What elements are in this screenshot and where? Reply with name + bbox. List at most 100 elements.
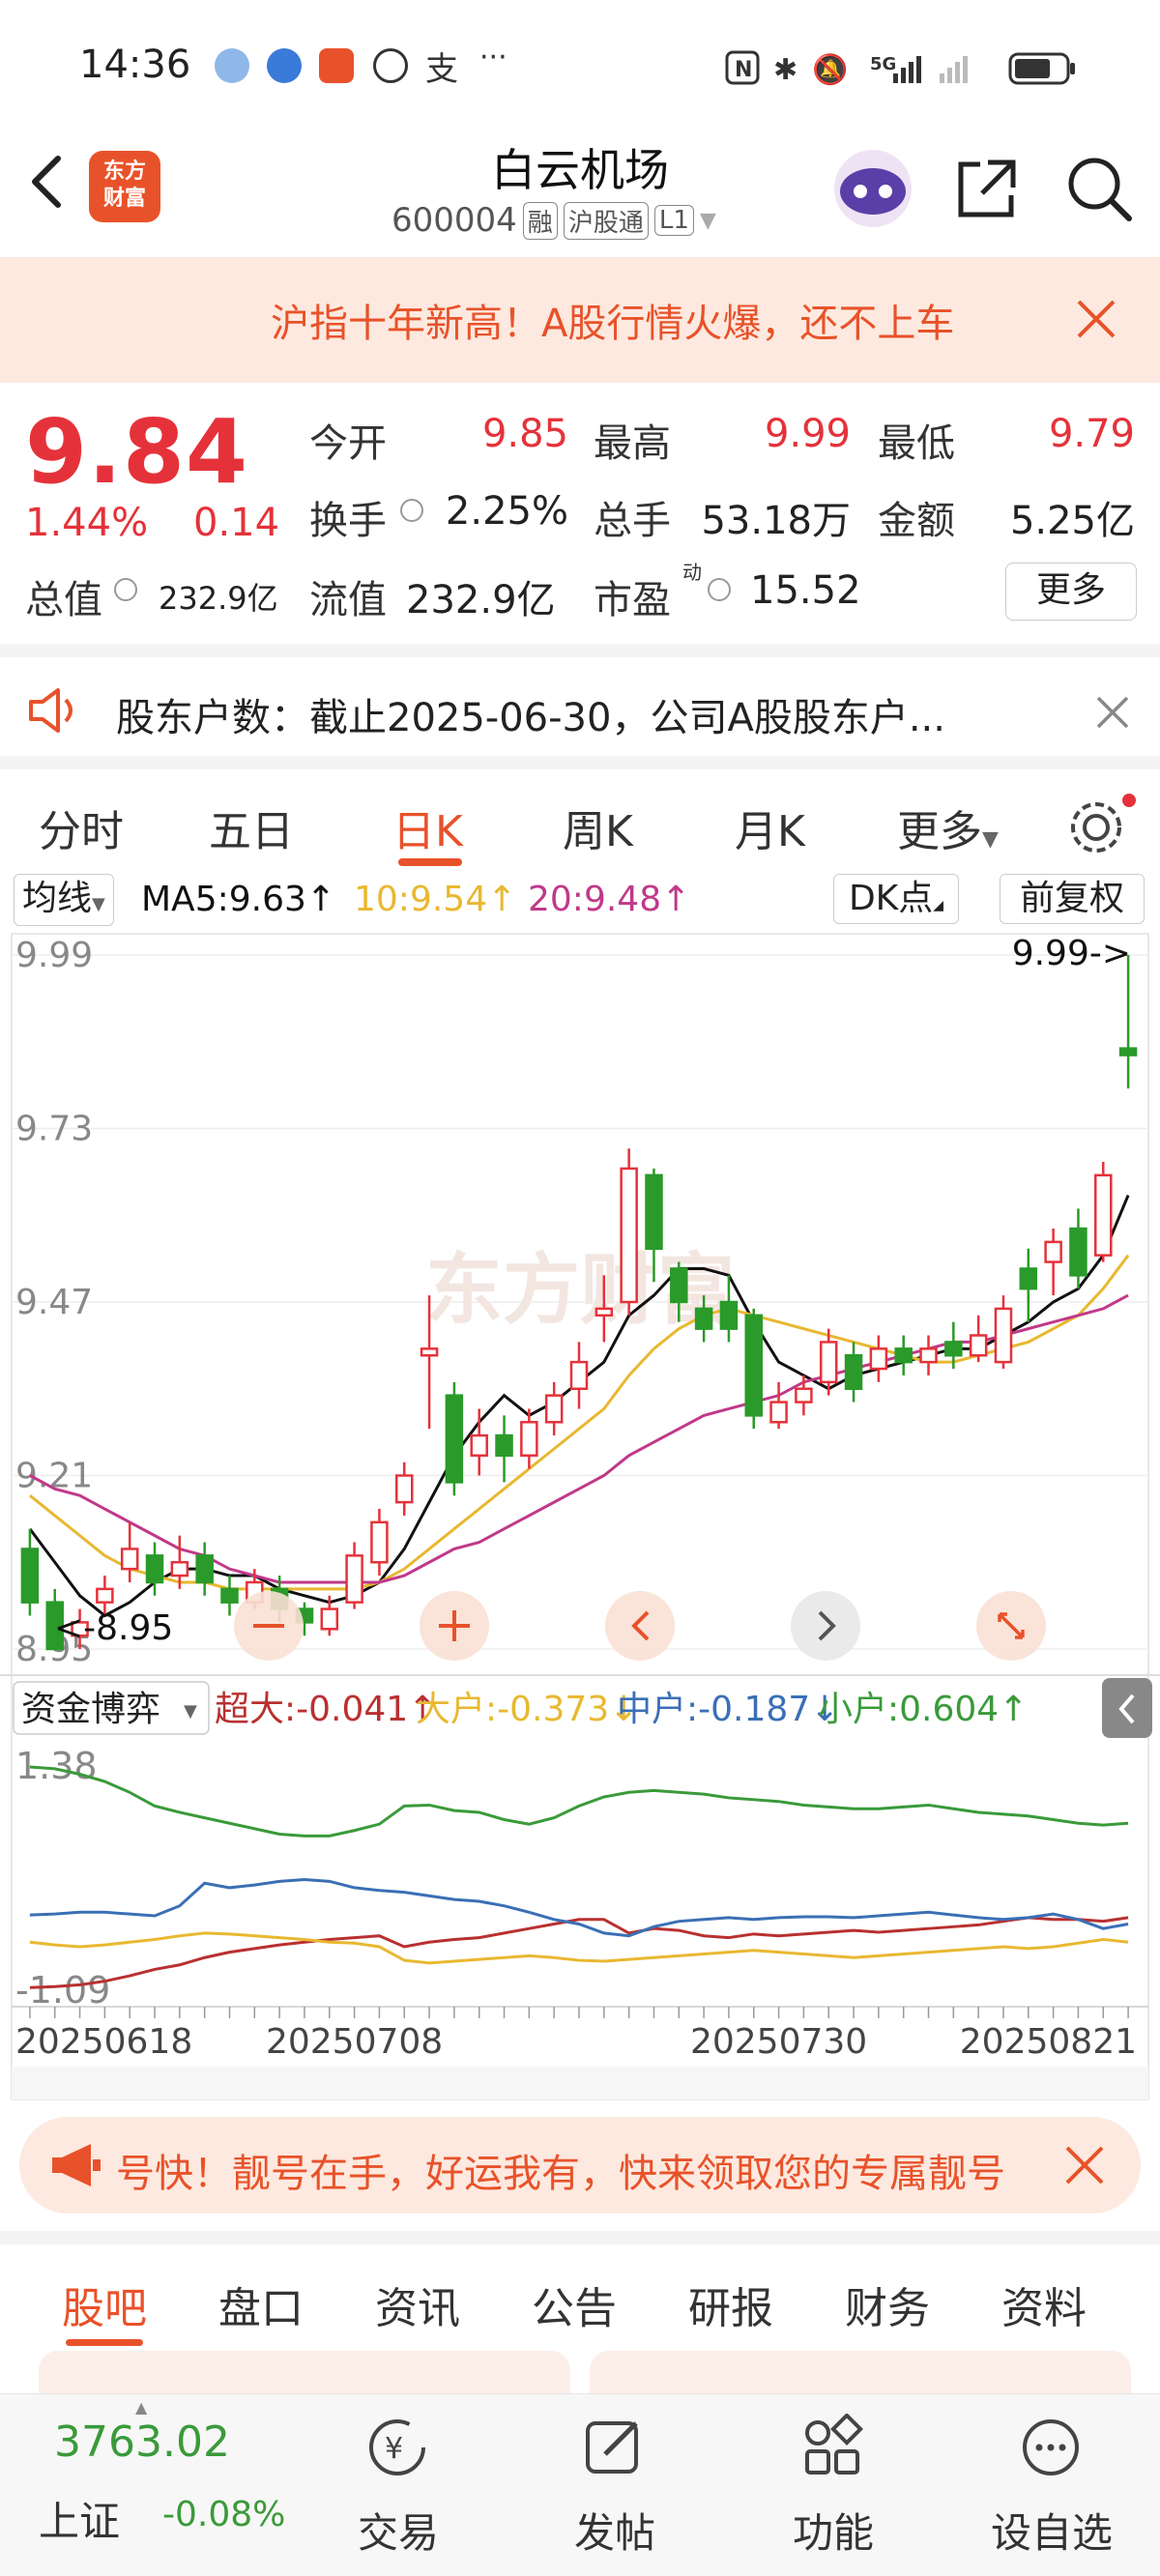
fullscreen-button[interactable] (976, 1591, 1046, 1661)
flow-legend: 超大:-0.041↑大户:-0.373↓中户:-0.187↓小户:0.604↑ (215, 1690, 1028, 1729)
candlestick (744, 1308, 764, 1430)
promo-banner-bottom[interactable]: 号快！靓号在手，好运我有，快来领取您的专属靓号 (19, 2117, 1141, 2214)
candle-body (495, 1433, 513, 1458)
amount-label: 金额 (878, 499, 955, 543)
adjust-mode-button[interactable]: 前复权 (1000, 874, 1145, 924)
prev-button[interactable] (605, 1591, 675, 1661)
candlestick (894, 1335, 913, 1375)
settings-icon[interactable] (1063, 791, 1141, 858)
megaphone-icon (52, 2144, 101, 2186)
watermark: 东方财富 (425, 1245, 735, 1335)
candle-body (670, 1267, 688, 1304)
index-value[interactable]: 3763.02 (54, 2417, 230, 2467)
change-amount: 0.14 (193, 501, 280, 545)
info-icon[interactable] (400, 499, 423, 522)
flow-legend-item: 大户:-0.373↓ (416, 1690, 638, 1729)
nav-trade[interactable]: 交易 (331, 2501, 466, 2560)
zoom-in-button[interactable] (420, 1591, 489, 1661)
candle-body (394, 1474, 414, 1504)
next-button[interactable] (791, 1591, 860, 1661)
date-tick-label: 20250618 (15, 2022, 192, 2062)
kline-chart[interactable]: 东方财富 9.999.739.479.218.95 9.99-><-8.95 资… (0, 930, 1160, 2103)
candlestick (969, 1315, 988, 1363)
nav-functions[interactable]: 功能 (766, 2501, 901, 2560)
candlestick (220, 1576, 239, 1616)
close-icon[interactable] (1065, 2146, 1104, 2185)
search-icon[interactable] (1063, 153, 1135, 224)
chevron-down-icon: ▼ (982, 827, 999, 852)
tab-daily-k[interactable]: 日K (392, 796, 463, 858)
flow-legend-item: 超大:-0.041↑ (215, 1690, 437, 1729)
tab-five-day[interactable]: 五日 (209, 796, 294, 858)
kline-chart-area[interactable]: 东方财富 9.999.739.479.218.95 9.99-><-8.95 资… (0, 930, 1160, 2103)
system-status-icons: N ✱ 🔕 5G (725, 50, 1075, 87)
collapse-panel-button[interactable] (1102, 1678, 1152, 1738)
more-notifications-icon: ··· (479, 41, 508, 74)
content-card[interactable] (39, 2351, 570, 2393)
nav-add-watchlist[interactable]: 设自选 (984, 2501, 1119, 2560)
ma5-value: MA5:9.63↑ (141, 880, 336, 919)
candle-body (445, 1394, 464, 1484)
candlestick (345, 1542, 363, 1609)
nav-post[interactable]: 发帖 (547, 2501, 682, 2560)
tab-research[interactable]: 研报 (688, 2273, 773, 2335)
svg-text:¥: ¥ (385, 2432, 403, 2466)
kline-period-tabs: 分时 五日 日K 周K 月K 更多▼ (0, 756, 1160, 876)
candlestick (569, 1342, 589, 1409)
tab-monthly-k[interactable]: 月K (735, 796, 805, 858)
close-icon[interactable] (1075, 298, 1117, 340)
candle-body (694, 1307, 713, 1330)
stock-code-row[interactable]: 600004 融 沪股通 L1 ▼ (392, 201, 716, 240)
tab-intraday[interactable]: 分时 (39, 796, 124, 858)
tab-weekly-k[interactable]: 周K (563, 796, 633, 858)
date-tick-label: 20250730 (690, 2022, 867, 2062)
tab-order-book[interactable]: 盘口 (218, 2273, 304, 2335)
assistant-robot-icon[interactable] (829, 145, 916, 232)
dk-point-button[interactable]: DK点◢ (833, 874, 959, 924)
zoom-out-button[interactable] (234, 1591, 304, 1661)
notice-bar[interactable]: 股东户数：截止2025-06-30，公司A股股东户... (0, 644, 1160, 769)
candlestick (1044, 1229, 1062, 1296)
content-tabs: 股吧 盘口 资讯 公告 研报 财务 资料 (0, 2231, 1160, 2360)
active-tab-indicator (66, 2339, 143, 2346)
candle-body (195, 1554, 214, 1584)
candle-body (370, 1520, 389, 1564)
candle-body (645, 1173, 663, 1251)
info-icon[interactable] (114, 578, 137, 601)
share-icon[interactable] (953, 155, 1021, 222)
candlestick (769, 1381, 788, 1430)
tab-financials[interactable]: 财务 (845, 2273, 930, 2335)
flow-legend-item: 小户:0.604↑ (818, 1690, 1028, 1729)
flow-line-超大 (29, 1916, 1129, 1989)
taobao-icon (319, 48, 354, 83)
chevron-down-icon: ▼ (92, 894, 105, 914)
market-cap-value: 232.9亿 (159, 580, 278, 617)
tab-announcements[interactable]: 公告 (532, 2273, 617, 2335)
candlestick (1019, 1248, 1038, 1322)
tab-guba[interactable]: 股吧 (62, 2273, 147, 2335)
turnover-value: 2.25% (445, 489, 568, 534)
high-label: 最高 (594, 421, 671, 466)
candlestick (844, 1342, 863, 1403)
candle-body (869, 1347, 888, 1371)
candle-body (1069, 1227, 1088, 1277)
banner-text: 沪指十年新高！A股行情火爆，还不上车 (271, 302, 955, 346)
more-button[interactable]: 更多 (1005, 563, 1137, 621)
min-price-label: <-8.95 (54, 1608, 173, 1648)
info-icon[interactable] (708, 578, 731, 601)
date-tick-label: 20250821 (960, 2022, 1137, 2062)
candle-body (120, 1548, 139, 1571)
app-notification-icon (267, 48, 302, 83)
connect-tag: 沪股通 (563, 201, 649, 240)
close-icon[interactable] (1096, 696, 1129, 729)
tab-news[interactable]: 资讯 (375, 2273, 460, 2335)
candlestick (470, 1408, 488, 1476)
turnover-label: 换手 (309, 499, 387, 543)
tab-profile[interactable]: 资料 (1001, 2273, 1087, 2335)
promo-banner[interactable]: 沪指十年新高！A股行情火爆，还不上车 (0, 257, 1160, 383)
tab-more[interactable]: 更多▼ (897, 796, 999, 858)
candle-body (170, 1561, 189, 1577)
svg-text:🔕: 🔕 (812, 52, 848, 87)
indicator-selector[interactable]: 均线▼ (14, 874, 114, 926)
content-card[interactable] (590, 2351, 1131, 2393)
